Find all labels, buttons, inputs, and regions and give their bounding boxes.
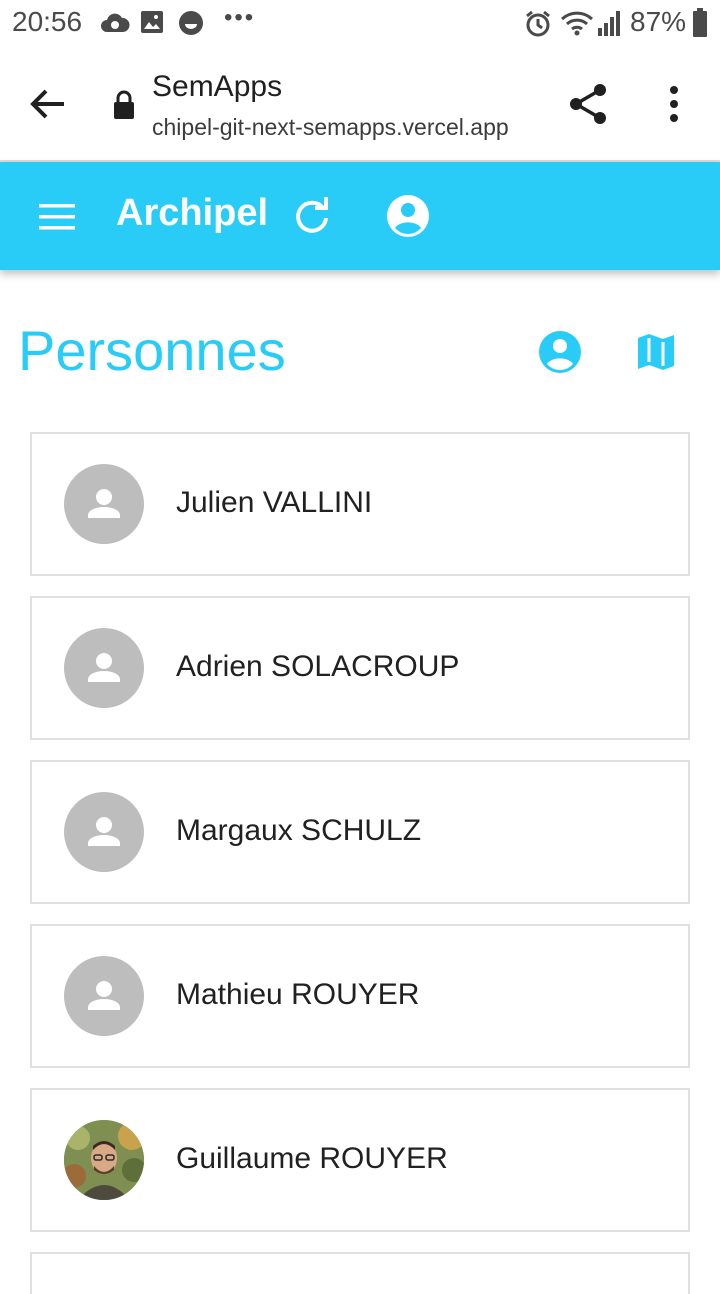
person-card[interactable]: Guillaume ROUYER xyxy=(30,1088,690,1232)
avatar-photo xyxy=(64,1120,144,1200)
signal-icon xyxy=(598,10,622,41)
lock-icon xyxy=(112,90,136,120)
browser-url[interactable]: chipel-git-next-semapps.vercel.app xyxy=(152,114,532,141)
map-icon xyxy=(638,334,674,370)
back-arrow-icon xyxy=(30,89,64,119)
account-circle-icon xyxy=(387,195,429,237)
person-card-partial[interactable] xyxy=(30,1252,690,1294)
wifi-icon xyxy=(560,10,594,41)
avatar xyxy=(64,956,144,1036)
account-circle-icon xyxy=(539,331,581,373)
avatar xyxy=(64,628,144,708)
person-name: Guillaume ROUYER xyxy=(176,1142,448,1175)
more-vert-icon xyxy=(670,86,678,122)
person-card[interactable]: Margaux SCHULZ xyxy=(30,760,690,904)
image-icon xyxy=(140,10,164,39)
person-placeholder-icon xyxy=(88,653,120,682)
refresh-button[interactable] xyxy=(292,196,332,236)
more-notifications-icon: ••• xyxy=(224,4,256,31)
person-name: Adrien SOLACROUP xyxy=(176,650,460,683)
person-placeholder-icon xyxy=(88,817,120,846)
menu-icon xyxy=(39,204,75,230)
refresh-icon xyxy=(296,197,328,233)
browser-page-title: SemApps xyxy=(152,70,283,103)
view-map-button[interactable] xyxy=(634,330,678,374)
share-button[interactable] xyxy=(566,82,610,126)
account-button[interactable] xyxy=(386,194,430,238)
more-options-button[interactable] xyxy=(660,84,688,124)
browser-toolbar: SemApps chipel-git-next-semapps.vercel.a… xyxy=(0,48,720,162)
back-button[interactable] xyxy=(28,84,68,124)
person-card[interactable]: Adrien SOLACROUP xyxy=(30,596,690,740)
battery-percentage: 87% xyxy=(630,6,687,37)
alarm-icon xyxy=(524,10,552,43)
avatar xyxy=(64,464,144,544)
person-name: Margaux SCHULZ xyxy=(176,814,422,847)
menu-button[interactable] xyxy=(38,202,78,232)
avatar xyxy=(64,792,144,872)
app-title[interactable]: Archipel xyxy=(116,192,268,235)
app-bar: Archipel xyxy=(0,162,720,270)
person-name: Julien VALLINI xyxy=(176,486,373,519)
person-card[interactable]: Mathieu ROUYER xyxy=(30,924,690,1068)
person-placeholder-icon xyxy=(88,489,120,518)
battery-icon xyxy=(692,8,708,43)
person-card[interactable]: Julien VALLINI xyxy=(30,432,690,576)
view-list-button[interactable] xyxy=(538,330,582,374)
cloud-sync-icon xyxy=(100,10,130,41)
share-icon xyxy=(570,84,606,124)
page-title: Personnes xyxy=(18,319,286,382)
face-icon xyxy=(178,10,204,41)
status-time: 20:56 xyxy=(12,6,83,37)
person-photo xyxy=(64,1120,144,1200)
person-name: Mathieu ROUYER xyxy=(176,978,420,1011)
person-placeholder-icon xyxy=(88,981,120,1010)
status-bar: 20:56 ••• 87% xyxy=(0,0,720,48)
